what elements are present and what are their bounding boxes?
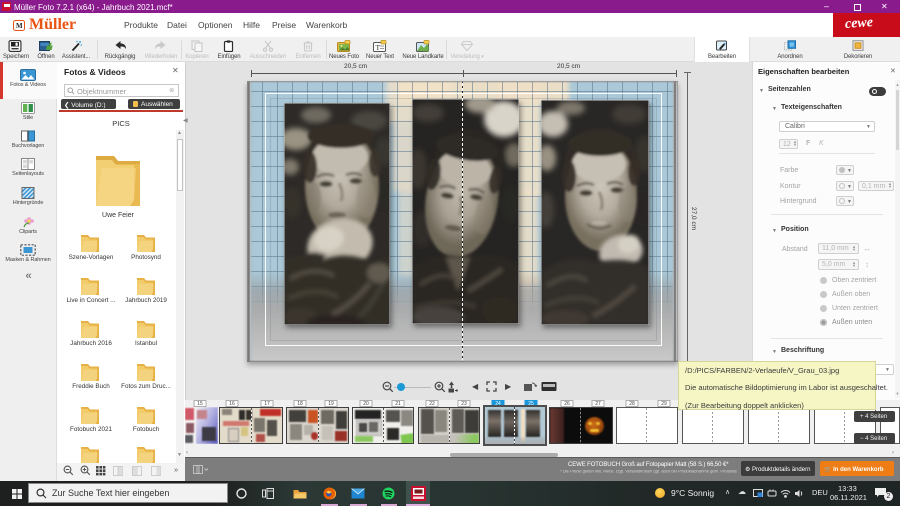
svg-text:T: T <box>376 43 381 52</box>
